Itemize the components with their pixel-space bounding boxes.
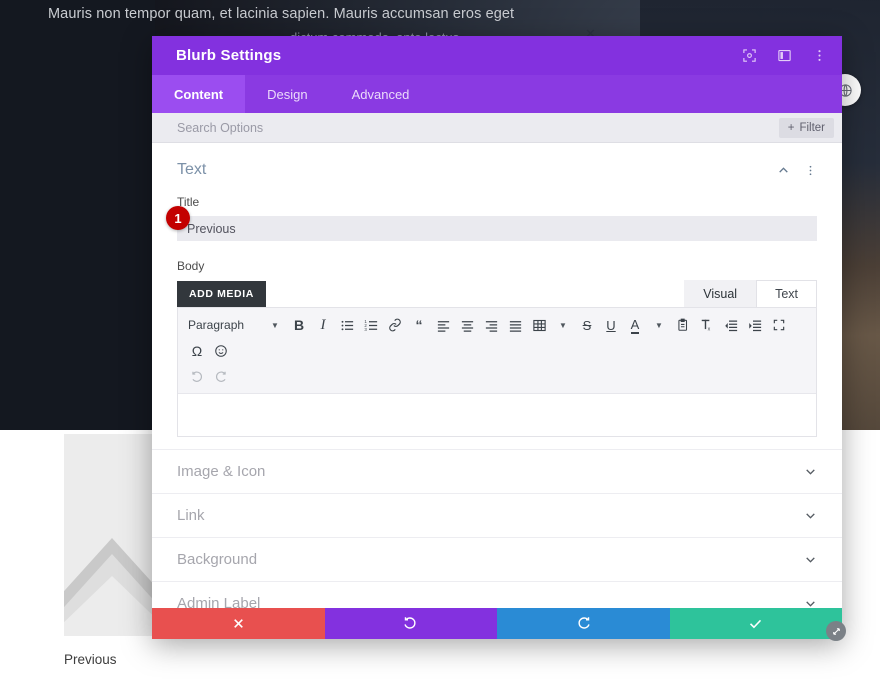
section-background-label: Background: [177, 551, 258, 568]
cancel-button[interactable]: [152, 608, 325, 639]
tab-design[interactable]: Design: [245, 75, 329, 113]
section-text-header: Text: [177, 161, 817, 179]
chevron-down-icon[interactable]: [804, 553, 817, 566]
more-options-icon[interactable]: [811, 48, 827, 64]
section-text-title: Text: [177, 161, 207, 178]
svg-text:3: 3: [364, 327, 367, 332]
underline-icon[interactable]: U: [599, 313, 623, 337]
blurb-placeholder-image: [64, 434, 152, 636]
modal-footer-actions: [152, 608, 842, 639]
title-input[interactable]: [177, 216, 817, 241]
search-input[interactable]: [177, 120, 779, 135]
site-headline: Mauris non tempor quam, et lacinia sapie…: [48, 6, 515, 22]
editor-top-row: ADD MEDIA Visual Text: [177, 280, 817, 307]
fullscreen-icon[interactable]: [767, 313, 791, 337]
redo-button[interactable]: [497, 608, 670, 639]
filter-button-label: Filter: [799, 121, 825, 134]
modal-title-icons: [741, 48, 827, 64]
resize-diagonal-icon[interactable]: [826, 621, 846, 641]
focus-target-icon[interactable]: [741, 48, 757, 64]
outdent-icon[interactable]: [719, 313, 743, 337]
section-image-and-icon-label: Image & Icon: [177, 463, 266, 480]
tab-content[interactable]: Content: [152, 75, 246, 113]
chevron-up-graphic: [64, 538, 152, 623]
editor-tab-text[interactable]: Text: [756, 280, 817, 307]
align-right-icon[interactable]: [479, 313, 503, 337]
section-link-label: Link: [177, 507, 205, 524]
body-field-label: Body: [177, 259, 205, 273]
save-button[interactable]: [669, 608, 842, 639]
text-color-chevron-down-icon[interactable]: ▼: [647, 313, 671, 337]
table-icon[interactable]: [527, 313, 551, 337]
undo-icon[interactable]: [185, 365, 209, 389]
indent-icon[interactable]: [743, 313, 767, 337]
redo-icon[interactable]: [209, 365, 233, 389]
editor-mode-tabs: Visual Text: [684, 280, 817, 307]
table-chevron-down-icon[interactable]: ▼: [551, 313, 575, 337]
link-icon[interactable]: [383, 313, 407, 337]
modal-tab-bar: Content Design Advanced: [152, 75, 842, 113]
editor-toolbar-row-2: [185, 365, 809, 389]
tab-advanced[interactable]: Advanced: [330, 75, 432, 113]
align-left-icon[interactable]: [431, 313, 455, 337]
section-admin-label[interactable]: Admin Label: [152, 581, 842, 608]
modal-titlebar: Blurb Settings: [152, 36, 842, 75]
strikethrough-icon[interactable]: S: [575, 313, 599, 337]
add-media-button[interactable]: ADD MEDIA: [177, 281, 266, 307]
emoji-icon[interactable]: [209, 339, 233, 363]
step-badge-1: 1: [166, 206, 190, 230]
editor-tab-visual[interactable]: Visual: [684, 280, 757, 307]
chevron-down-icon[interactable]: [804, 597, 817, 608]
chevron-down-icon[interactable]: [804, 509, 817, 522]
layout-panel-icon[interactable]: [776, 48, 792, 64]
chevron-down-icon[interactable]: ▼: [263, 313, 287, 337]
italic-icon[interactable]: I: [311, 313, 335, 337]
numbered-list-icon[interactable]: 1 2 3: [359, 313, 383, 337]
title-field-wrap: 1: [166, 206, 817, 241]
section-text-header-icons: [777, 164, 817, 177]
section-link[interactable]: Link: [152, 493, 842, 537]
section-image-and-icon[interactable]: Image & Icon: [152, 449, 842, 493]
wp-editor-frame: Paragraph ▼ B I 1 2 3 “ ▼ S U A ▼ x Ω: [177, 307, 817, 437]
special-character-icon[interactable]: Ω: [185, 339, 209, 363]
filter-button[interactable]: + Filter: [778, 117, 834, 138]
section-text: Text Title Previous 1 Body ADD MEDIA Vis…: [152, 143, 842, 449]
text-color-icon[interactable]: A: [623, 313, 647, 337]
blockquote-icon[interactable]: “: [407, 313, 431, 337]
site-hero-left-panel: [0, 0, 155, 430]
undo-button[interactable]: [324, 608, 497, 639]
section-background[interactable]: Background: [152, 537, 842, 581]
align-center-icon[interactable]: [455, 313, 479, 337]
title-field-label: Title: [177, 195, 200, 209]
clear-formatting-icon[interactable]: x: [695, 313, 719, 337]
editor-content-area[interactable]: [178, 394, 816, 436]
chevron-up-icon[interactable]: [777, 164, 790, 177]
bulleted-list-icon[interactable]: [335, 313, 359, 337]
blurb-caption: Previous: [64, 652, 117, 667]
modal-body[interactable]: Text Title Previous 1 Body ADD MEDIA Vis…: [152, 143, 842, 608]
chevron-down-icon[interactable]: [804, 465, 817, 478]
format-select[interactable]: Paragraph: [185, 313, 263, 337]
blurb-settings-modal: Blurb Settings Content Design Advanced S…: [152, 36, 842, 639]
page-root: Mauris non tempor quam, et lacinia sapie…: [0, 0, 880, 693]
svg-text:x: x: [708, 326, 711, 332]
modal-title: Blurb Settings: [176, 47, 282, 64]
section-admin-label-label: Admin Label: [177, 595, 261, 608]
align-justify-icon[interactable]: [503, 313, 527, 337]
search-options-bar: + Filter: [152, 113, 842, 143]
bold-icon[interactable]: B: [287, 313, 311, 337]
paste-as-text-icon[interactable]: [671, 313, 695, 337]
editor-toolbar: Paragraph ▼ B I 1 2 3 “ ▼ S U A ▼ x Ω: [178, 308, 816, 394]
plus-icon: +: [787, 121, 795, 134]
more-options-icon[interactable]: [804, 164, 817, 177]
